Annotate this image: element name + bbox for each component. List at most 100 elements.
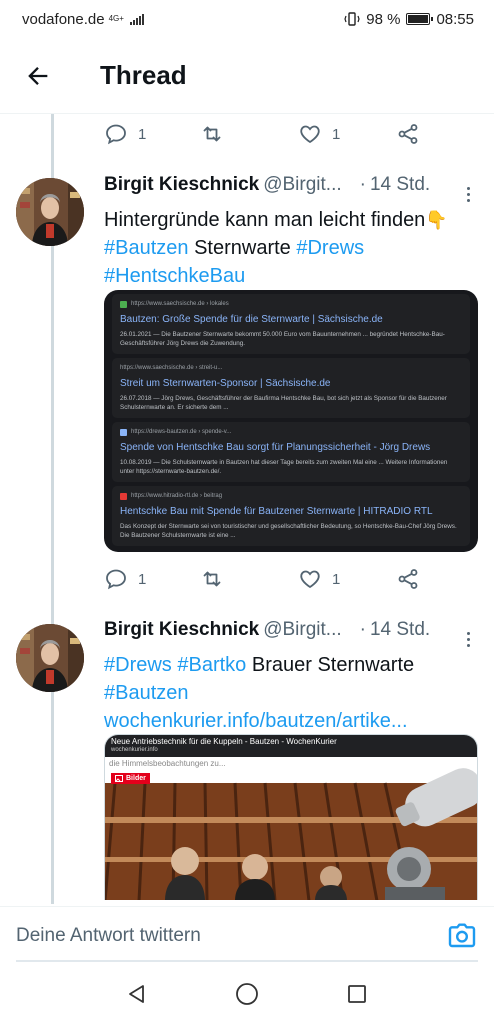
image-icon: [115, 775, 123, 782]
avatar[interactable]: [16, 178, 84, 246]
reply-button[interactable]: 1: [104, 116, 146, 152]
reply-count: 1: [138, 125, 147, 143]
author-name[interactable]: Birgit Kieschnick: [104, 619, 259, 641]
search-result: https://drews-bautzen.de › spende-v... S…: [112, 422, 470, 482]
result-title: Bautzen: Große Spende für die Sternwarte…: [120, 314, 383, 325]
hashtag-link[interactable]: #Bautzen: [104, 237, 189, 259]
tweet-image-card[interactable]: https://www.saechsische.de › lokales Bau…: [104, 290, 478, 552]
signal-icon: [129, 13, 144, 25]
reply-count: 1: [138, 570, 147, 588]
search-result: https://www.saechsische.de › lokales Bau…: [112, 294, 470, 354]
like-button[interactable]: 1: [298, 116, 340, 152]
hashtag-link[interactable]: #Bartko: [177, 654, 246, 676]
reply-button[interactable]: 1: [104, 561, 146, 597]
reply-input[interactable]: Deine Antwort twittern: [16, 925, 446, 947]
retweet-icon: [203, 571, 221, 587]
share-button[interactable]: [396, 116, 420, 152]
clock: 08:55: [436, 10, 474, 28]
more-options-icon[interactable]: [458, 630, 478, 647]
network-type: 4G+: [108, 14, 124, 23]
gallery-badge[interactable]: Bilder: [111, 773, 150, 784]
heart-icon: [300, 570, 320, 589]
preview-domain: wochenkurier.info: [111, 747, 158, 753]
tweet-header: Birgit Kieschnick @Birgit... · 14 Std.: [104, 174, 478, 202]
tweet-time[interactable]: 14 Std.: [370, 174, 430, 196]
observatory-photo: [105, 757, 477, 900]
hashtag-link[interactable]: #Drews: [104, 654, 172, 676]
tweet-text: #Drews #Bartko Brauer Sternwarte #Bautze…: [104, 651, 478, 735]
result-url-text: https://drews-bautzen.de › spende-v...: [131, 429, 232, 435]
result-title: Hentschke Bau mit Spende für Bautzener S…: [120, 506, 433, 517]
like-count: 1: [332, 570, 341, 588]
result-title: Spende von Hentschke Bau sorgt für Planu…: [120, 442, 431, 453]
previous-tweet-actions: 1 1: [104, 116, 424, 152]
like-button[interactable]: 1: [298, 561, 340, 597]
preview-title: Neue Antriebstechnik für die Kuppeln - B…: [111, 737, 337, 746]
result-url: https://drews-bautzen.de › spende-v...: [120, 427, 462, 437]
reply-icon: [106, 124, 126, 145]
hashtag-link[interactable]: #HentschkeBau: [104, 265, 245, 287]
reply-icon: [106, 569, 126, 590]
avatar[interactable]: [16, 624, 84, 692]
result-snippet: 10.08.2019 — Die Schulsternwarte in Baut…: [120, 459, 448, 475]
reply-composer: Deine Antwort twittern: [0, 906, 494, 964]
tweet-time[interactable]: 14 Std.: [370, 619, 430, 641]
favicon-icon: [120, 300, 127, 308]
nav-back-button[interactable]: [122, 979, 152, 1009]
result-snippet: Das Konzept der Sternwarte sei von touri…: [120, 523, 457, 539]
gallery-label: Bilder: [126, 775, 146, 782]
url-link[interactable]: wochenkurier.info/bautzen/artike...: [104, 710, 408, 732]
system-nav-bar: [0, 964, 494, 1024]
thread-header: Thread: [0, 38, 494, 114]
hashtag-link[interactable]: #Bautzen: [104, 682, 189, 704]
camera-icon[interactable]: [446, 920, 478, 952]
nav-home-button[interactable]: [232, 979, 262, 1009]
avatar-photo: [16, 624, 84, 692]
tweet-actions: 1 1: [104, 561, 424, 597]
hashtag-link[interactable]: #Drews: [296, 237, 364, 259]
result-url-text: https://www.hitradio-rtl.de › beitrag: [131, 493, 223, 499]
separator-dot: ·: [359, 174, 366, 195]
retweet-icon: [203, 126, 221, 142]
author-name[interactable]: Birgit Kieschnick: [104, 174, 259, 196]
favicon-icon: [120, 428, 127, 436]
share-icon: [398, 124, 418, 144]
pointing-down-emoji: 👇: [425, 210, 448, 230]
result-url: https://www.hitradio-rtl.de › beitrag: [120, 491, 462, 501]
search-result: https://www.saechsische.de › streit-u...…: [112, 358, 470, 418]
tweet-text: Hintergründe kann man leicht finden👇 #Ba…: [104, 206, 478, 290]
more-options-icon[interactable]: [458, 185, 478, 202]
share-button[interactable]: [396, 561, 420, 597]
separator-dot: ·: [359, 619, 366, 640]
favicon-icon: [120, 492, 127, 500]
battery-icon: [406, 13, 434, 25]
tweet-header: Birgit Kieschnick @Birgit... · 14 Std.: [104, 619, 478, 647]
vibrate-icon: [344, 12, 360, 26]
square-recents-icon: [348, 985, 366, 1003]
preview-image: die Himmelsbeobachtungen zu... Bilder: [105, 757, 477, 900]
tweet-body: Birgit Kieschnick @Birgit... · 14 Std. H…: [104, 174, 478, 290]
result-url-text: https://www.saechsische.de › lokales: [131, 301, 229, 307]
result-snippet: 26.01.2021 — Die Bautzener Sternwarte be…: [120, 331, 445, 347]
tweet-text-part: Brauer Sternwarte: [246, 654, 415, 676]
circle-home-icon: [236, 983, 258, 1005]
share-icon: [398, 569, 418, 589]
nav-recents-button[interactable]: [342, 979, 372, 1009]
page-title: Thread: [100, 60, 187, 90]
status-left: vodafone.de 4G+: [22, 11, 144, 28]
retweet-button[interactable]: [200, 116, 224, 152]
carrier-label: vodafone.de: [22, 10, 105, 28]
link-preview-card[interactable]: Neue Antriebstechnik für die Kuppeln - B…: [104, 734, 478, 900]
result-url-text: https://www.saechsische.de › streit-u...: [120, 365, 223, 371]
back-button[interactable]: [8, 46, 68, 106]
result-url: https://www.saechsische.de › lokales: [120, 299, 462, 309]
tweet-text-part: Hintergründe kann man leicht finden: [104, 209, 426, 231]
retweet-button[interactable]: [200, 561, 224, 597]
tweet-text-part: Sternwarte: [188, 237, 297, 259]
battery-percent: 98 %: [366, 10, 401, 28]
triangle-back-icon: [129, 985, 144, 1003]
author-handle[interactable]: @Birgit...: [263, 174, 341, 196]
search-result: https://www.hitradio-rtl.de › beitrag He…: [112, 486, 470, 546]
author-handle[interactable]: @Birgit...: [263, 619, 341, 641]
arrow-left-icon: [28, 66, 48, 85]
